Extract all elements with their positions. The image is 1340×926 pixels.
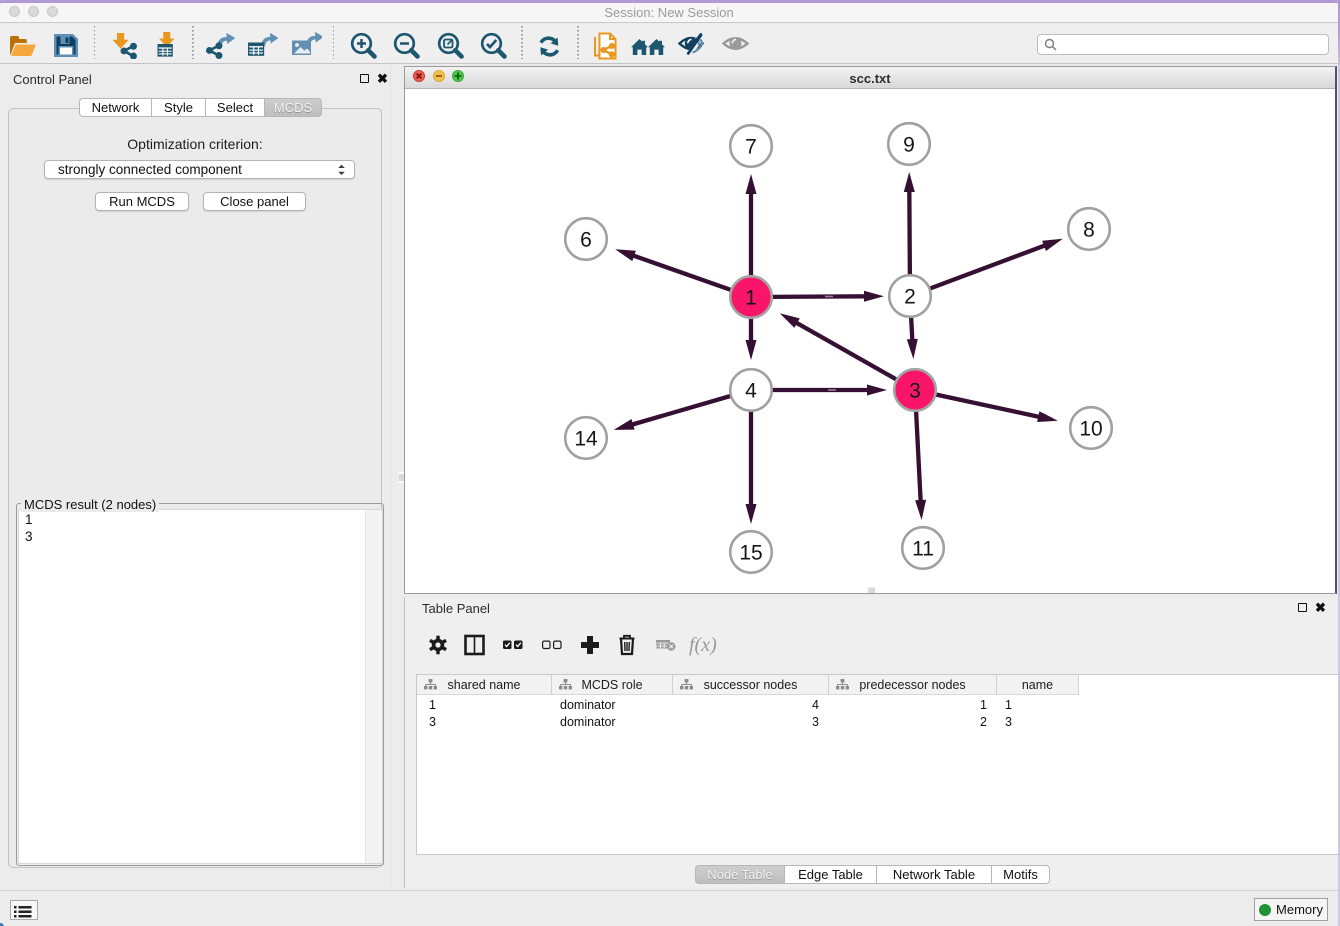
svg-text:9: 9 — [903, 134, 915, 157]
svg-text:1: 1 — [745, 287, 757, 310]
svg-text:6: 6 — [580, 229, 592, 252]
svg-text:7: 7 — [745, 136, 757, 159]
svg-text:4: 4 — [745, 380, 757, 403]
svg-text:10: 10 — [1079, 418, 1102, 441]
svg-text:2: 2 — [904, 286, 916, 309]
svg-text:8: 8 — [1083, 219, 1095, 242]
svg-text:14: 14 — [574, 428, 598, 451]
svg-text:11: 11 — [912, 538, 934, 561]
svg-text:3: 3 — [909, 380, 921, 403]
svg-text:15: 15 — [739, 542, 762, 565]
